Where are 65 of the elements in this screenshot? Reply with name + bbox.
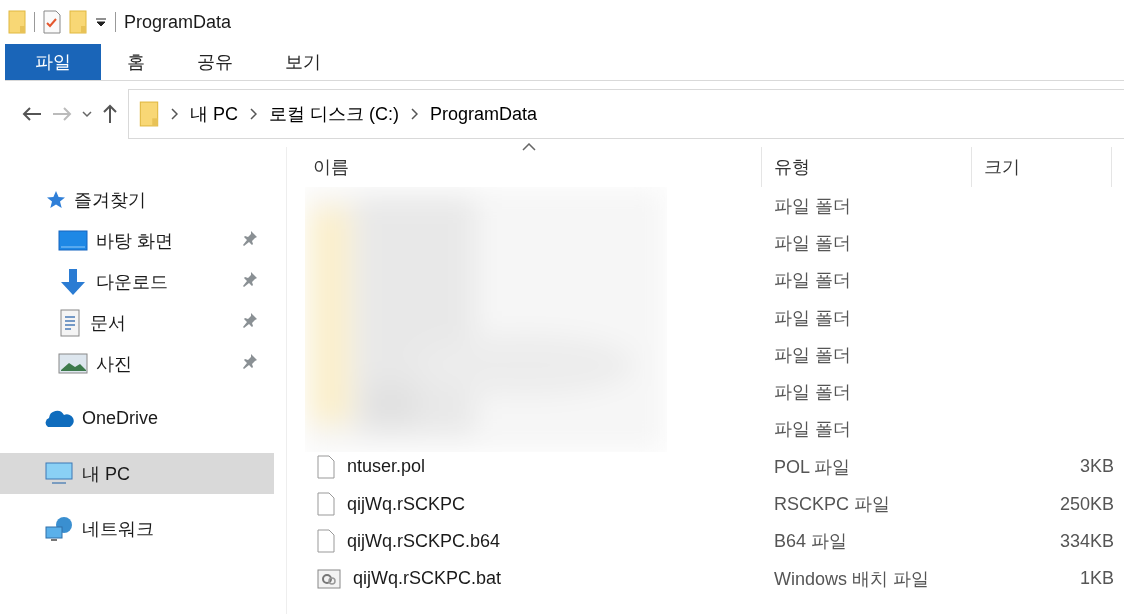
up-arrow-icon[interactable] — [102, 104, 118, 124]
ribbon-tab[interactable]: 보기 — [259, 44, 347, 80]
sidebar-item[interactable]: 바탕 화면 — [0, 220, 274, 261]
file-type: Windows 배치 파일 — [773, 567, 931, 591]
document-icon — [58, 308, 82, 337]
chevron-icon — [411, 108, 418, 120]
file-type: 파일 폴더 — [773, 381, 852, 405]
ribbon-tab[interactable]: 홈 — [101, 44, 171, 80]
folder-icon — [139, 101, 159, 127]
file-type: 파일 폴더 — [773, 418, 852, 442]
file-type: 파일 폴더 — [773, 194, 852, 218]
star-icon — [44, 189, 66, 210]
forward-arrow-icon[interactable] — [52, 106, 72, 122]
column-header[interactable]: 유형 — [762, 147, 972, 187]
cloud-icon — [44, 408, 74, 429]
file-type: 파일 폴더 — [773, 231, 852, 255]
back-arrow-icon[interactable] — [22, 106, 42, 122]
file-size: 250KB — [1058, 493, 1115, 515]
file-name[interactable]: qijWq.rSCKPC — [347, 493, 466, 515]
file-type: B64 파일 — [773, 530, 849, 554]
file-icon — [317, 454, 335, 479]
file-size: 3KB — [1078, 456, 1115, 478]
chevron-down-icon[interactable] — [82, 110, 92, 118]
breadcrumb-item[interactable]: 로컬 디스크 (C:) — [269, 102, 399, 126]
file-name[interactable]: qijWq.rSCKPC.b64 — [347, 530, 501, 552]
pin-icon[interactable] — [242, 353, 258, 369]
window-title: ProgramData — [124, 11, 232, 33]
ribbon-tab[interactable]: 공유 — [171, 44, 259, 80]
download-arrow-icon — [58, 267, 88, 296]
file-type: 파일 폴더 — [773, 269, 852, 293]
file-name[interactable]: ntuser.pol — [347, 456, 426, 478]
file-type: POL 파일 — [773, 455, 852, 479]
file-icon — [317, 529, 335, 554]
network-icon — [44, 514, 74, 543]
sidebar-item[interactable]: OneDrive — [0, 398, 274, 439]
chevron-icon — [250, 108, 257, 120]
file-type: 파일 폴더 — [773, 343, 852, 367]
folder-icon — [69, 10, 87, 34]
sidebar-item[interactable]: 내 PC — [0, 453, 274, 494]
chevron-icon — [171, 108, 178, 120]
sidebar-item[interactable]: 문서 — [0, 302, 274, 343]
breadcrumb-item[interactable]: ProgramData — [430, 103, 538, 125]
photo-icon — [58, 352, 88, 375]
file-type: RSCKPC 파일 — [773, 493, 891, 516]
file-size: 1KB — [1078, 568, 1115, 590]
ribbon-tab[interactable]: 파일 — [5, 44, 101, 80]
breadcrumb-item[interactable]: 내 PC — [190, 102, 238, 126]
column-header[interactable]: 크기 — [972, 147, 1112, 187]
sidebar-item[interactable]: 즐겨찾기 — [0, 179, 274, 220]
file-size: 334KB — [1058, 530, 1115, 552]
sidebar-item[interactable]: 다운로드 — [0, 261, 274, 302]
pin-icon[interactable] — [242, 230, 258, 246]
folder-icon — [8, 10, 26, 34]
file-icon — [317, 492, 335, 516]
properties-icon[interactable] — [43, 10, 61, 34]
file-type: 파일 폴더 — [773, 306, 852, 330]
pin-icon[interactable] — [242, 312, 258, 328]
desktop-icon — [58, 229, 88, 252]
pin-icon[interactable] — [242, 271, 258, 287]
file-name[interactable]: qijWq.rSCKPC.bat — [353, 568, 502, 590]
sidebar-item[interactable]: 네트워크 — [0, 508, 274, 549]
sidebar-item[interactable]: 사진 — [0, 343, 274, 384]
monitor-icon — [44, 460, 74, 487]
dropdown-icon[interactable] — [95, 16, 107, 28]
address-bar[interactable]: 내 PC 로컬 디스크 (C:) ProgramData — [128, 89, 1124, 139]
